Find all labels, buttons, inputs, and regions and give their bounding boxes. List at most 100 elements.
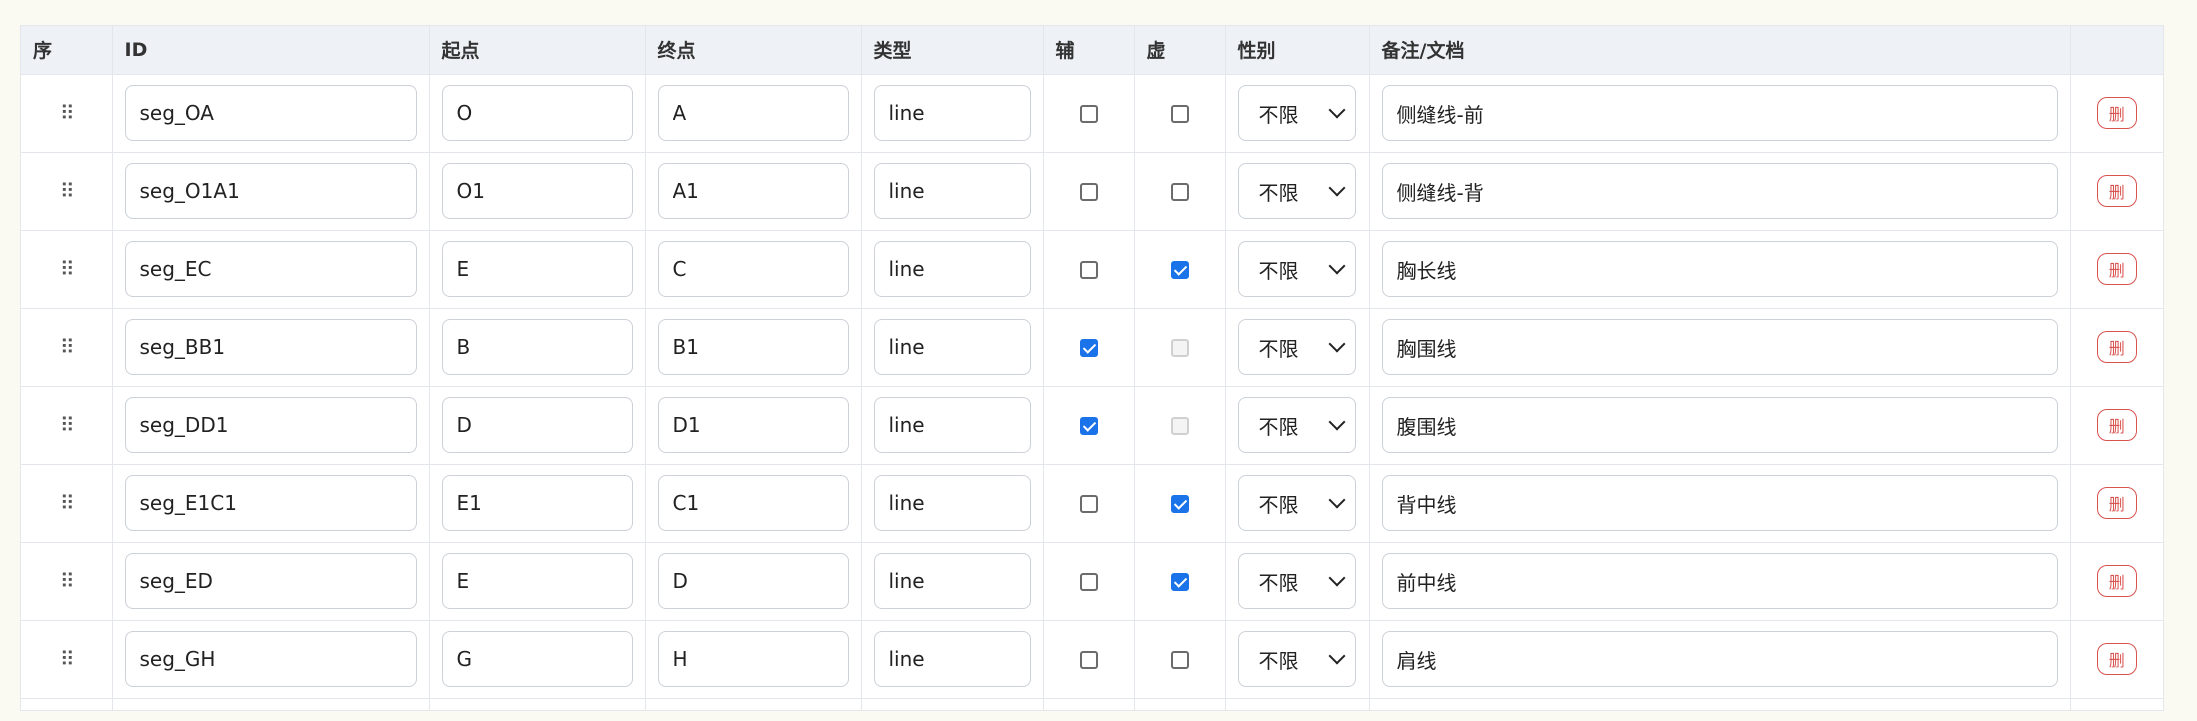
type-input[interactable] (873, 163, 1031, 219)
drag-handle-icon[interactable]: ⠿ (60, 337, 75, 357)
end-point-input[interactable] (657, 319, 849, 375)
aux-checkbox[interactable] (1079, 494, 1098, 513)
drag-handle-icon[interactable]: ⠿ (60, 259, 75, 279)
aux-checkbox[interactable] (1079, 260, 1098, 279)
notes-input[interactable] (1381, 319, 2058, 375)
chevron-down-icon (1328, 569, 1345, 587)
notes-input[interactable] (1381, 241, 2058, 297)
start-point-input[interactable] (441, 475, 633, 531)
aux-checkbox[interactable] (1079, 182, 1098, 201)
drag-handle-icon[interactable]: ⠿ (60, 181, 75, 201)
gender-select[interactable]: 不限 (1237, 475, 1356, 531)
dashed-checkbox[interactable] (1170, 572, 1189, 591)
chevron-down-icon (1328, 179, 1345, 197)
gender-select-value: 不限 (1258, 414, 1299, 439)
start-point-input[interactable] (441, 241, 633, 297)
segment-id-input[interactable] (124, 631, 417, 687)
delete-button[interactable]: 删 (2096, 331, 2137, 363)
table-row: ⠿ 不限 删 (21, 74, 2163, 153)
segment-id-input[interactable] (124, 319, 417, 375)
start-point-input[interactable] (441, 163, 633, 219)
drag-handle-icon[interactable]: ⠿ (60, 571, 75, 591)
gender-select[interactable]: 不限 (1237, 241, 1356, 297)
type-input[interactable] (873, 553, 1031, 609)
end-point-input[interactable] (657, 163, 849, 219)
type-input[interactable] (873, 631, 1031, 687)
header-notes: 备注/文档 (1369, 26, 2071, 75)
gender-select[interactable]: 不限 (1237, 85, 1356, 141)
aux-checkbox[interactable] (1079, 572, 1098, 591)
type-input[interactable] (873, 475, 1031, 531)
dashed-checkbox[interactable] (1170, 104, 1189, 123)
delete-button[interactable]: 删 (2096, 409, 2137, 441)
dashed-checkbox[interactable] (1170, 260, 1189, 279)
end-point-input[interactable] (657, 553, 849, 609)
type-input[interactable] (873, 241, 1031, 297)
drag-handle-icon[interactable]: ⠿ (60, 415, 75, 435)
start-point-input[interactable] (441, 85, 633, 141)
chevron-down-icon (1328, 647, 1345, 665)
segments-table: 序 ID 起点 终点 类型 辅 虚 性别 备注/文档 ⠿不限删⠿不限删⠿不限删⠿… (21, 26, 2163, 710)
notes-input[interactable] (1381, 163, 2058, 219)
drag-handle-icon[interactable]: ⠿ (60, 493, 75, 513)
drag-handle-icon[interactable]: ⠿ (60, 103, 75, 123)
table-row: ⠿ 不限 删 (21, 542, 2163, 621)
gender-select-value: 不限 (1258, 180, 1299, 205)
segment-id-input[interactable] (124, 85, 417, 141)
gender-select[interactable]: 不限 (1237, 319, 1356, 375)
header-aux: 辅 (1043, 26, 1135, 75)
gender-select[interactable]: 不限 (1237, 163, 1356, 219)
delete-button[interactable]: 删 (2096, 643, 2137, 675)
notes-input[interactable] (1381, 475, 2058, 531)
end-point-input[interactable] (657, 475, 849, 531)
segment-id-input[interactable] (124, 241, 417, 297)
aux-checkbox[interactable] (1079, 104, 1098, 123)
aux-checkbox[interactable] (1079, 416, 1098, 435)
end-point-input[interactable] (657, 397, 849, 453)
header-seq: 序 (21, 26, 113, 75)
notes-input[interactable] (1381, 553, 2058, 609)
segment-id-input[interactable] (124, 553, 417, 609)
notes-input[interactable] (1381, 85, 2058, 141)
delete-button[interactable]: 删 (2096, 253, 2137, 285)
chevron-down-icon (1328, 413, 1345, 431)
start-point-input[interactable] (441, 553, 633, 609)
segment-id-input[interactable] (124, 397, 417, 453)
start-point-input[interactable] (441, 631, 633, 687)
end-point-input[interactable] (657, 631, 849, 687)
aux-checkbox[interactable] (1079, 650, 1098, 669)
start-point-input[interactable] (441, 397, 633, 453)
dashed-checkbox[interactable] (1170, 650, 1189, 669)
segment-id-input[interactable] (124, 163, 417, 219)
gender-select[interactable]: 不限 (1237, 631, 1356, 687)
type-input[interactable] (873, 85, 1031, 141)
delete-button[interactable]: 删 (2096, 97, 2137, 129)
segment-id-input[interactable] (124, 475, 417, 531)
start-point-input[interactable] (441, 319, 633, 375)
header-actions (2070, 26, 2163, 75)
header-end: 终点 (645, 26, 862, 75)
dashed-checkbox[interactable] (1170, 182, 1189, 201)
table-row: ⠿ 不限 删 (21, 386, 2163, 465)
drag-cell: ⠿ (21, 230, 113, 309)
drag-cell: ⠿ (21, 386, 113, 465)
dashed-checkbox[interactable] (1170, 494, 1189, 513)
table-row: ⠿ 不限 删 (21, 308, 2163, 387)
delete-button[interactable]: 删 (2096, 487, 2137, 519)
type-input[interactable] (873, 397, 1031, 453)
gender-select-value: 不限 (1258, 492, 1299, 517)
gender-select[interactable]: 不限 (1237, 553, 1356, 609)
delete-button[interactable]: 删 (2096, 175, 2137, 207)
end-point-input[interactable] (657, 241, 849, 297)
type-input[interactable] (873, 319, 1031, 375)
gender-select[interactable]: 不限 (1237, 397, 1356, 453)
aux-checkbox[interactable] (1079, 338, 1098, 357)
chevron-down-icon (1328, 257, 1345, 275)
delete-button[interactable]: 删 (2096, 565, 2137, 597)
gender-select-value: 不限 (1258, 570, 1299, 595)
notes-input[interactable] (1381, 397, 2058, 453)
drag-handle-icon[interactable]: ⠿ (60, 649, 75, 669)
notes-input[interactable] (1381, 631, 2058, 687)
end-point-input[interactable] (657, 85, 849, 141)
drag-cell: ⠿ (21, 74, 113, 153)
